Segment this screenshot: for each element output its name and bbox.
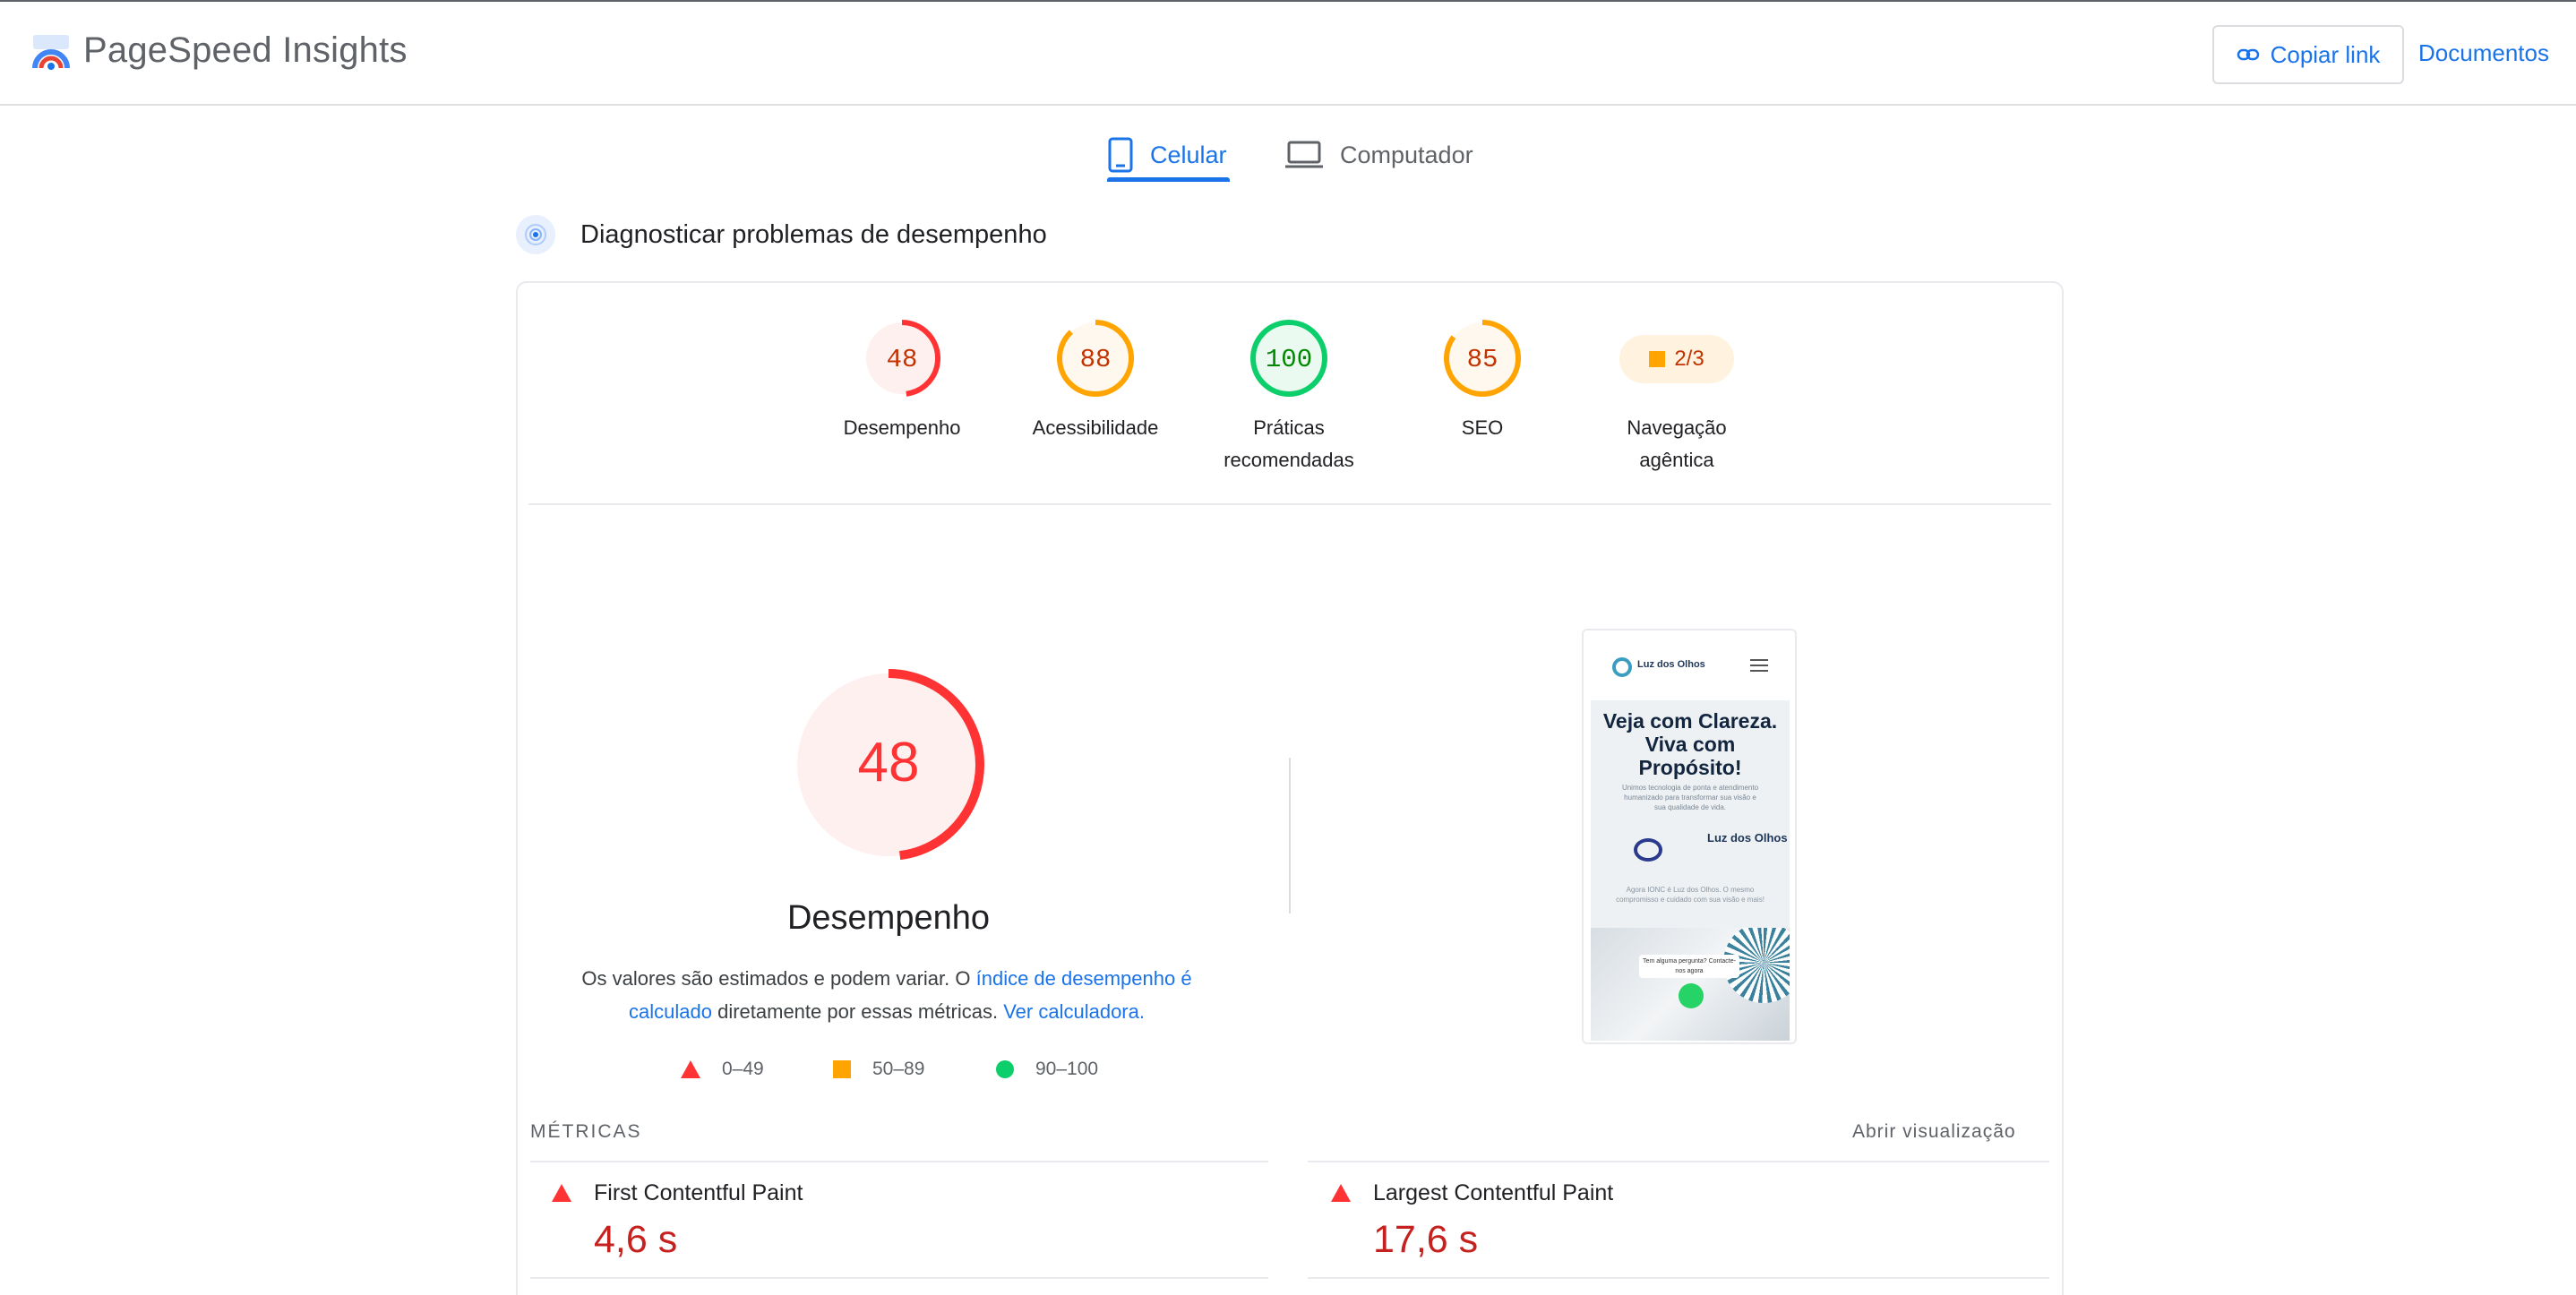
site-brand: Luz dos Olhos: [1637, 659, 1705, 670]
calculator-link[interactable]: Ver calculadora.: [1003, 1000, 1145, 1023]
gauge-seo-ring: 85: [1444, 320, 1521, 397]
tab-desktop-label: Computador: [1340, 141, 1473, 168]
metric-fcp-value: 4,6 s: [594, 1218, 678, 1261]
site-second-logo: Luz dos Olhos: [1707, 831, 1788, 845]
metric-lcp-value: 17,6 s: [1373, 1218, 1479, 1261]
page-screenshot-thumbnail[interactable]: Luz dos Olhos Veja com Clareza. Viva com…: [1582, 629, 1797, 1044]
docs-link[interactable]: Documentos: [2418, 39, 2549, 67]
fcp-fail-triangle-icon: [552, 1184, 571, 1202]
gauge-accessibility-score: 88: [1080, 345, 1112, 374]
gauge-best-practices-label-line-2: recomendadas: [1224, 449, 1354, 471]
gauge-agentic-navigation: Navegação agêntica: [1580, 399, 1773, 476]
expand-view-toggle[interactable]: Abrir visualização: [1852, 1121, 2016, 1143]
copy-link-label: Copiar link: [2270, 40, 2381, 68]
site-logo-icon: [1612, 657, 1632, 677]
site-subtitle: Unimos tecnologia de ponta e atendimento…: [1621, 784, 1759, 811]
legend-average: 50–89: [833, 1059, 924, 1080]
gauge-agentic-navigation-label: Navegação agêntica: [1580, 412, 1773, 476]
lcp-fail-triangle-icon: [1331, 1184, 1351, 1202]
gauge-best-practices[interactable]: 100 Práticas recomendadas: [1192, 317, 1386, 476]
metric-lcp-name: Largest Contentful Paint: [1373, 1180, 1614, 1205]
tab-mobile[interactable]: Celular: [1107, 125, 1227, 184]
note-text-1: Os valores são estimados e podem variar.…: [581, 967, 976, 990]
fail-triangle-icon: [681, 1060, 700, 1078]
screenshot-hero: Veja com Clareza. Viva com Propósito! Un…: [1591, 700, 1790, 1041]
gauge-agentic-label-line-1: Navegação: [1627, 416, 1727, 439]
whatsapp-icon: [1679, 983, 1704, 1008]
metrics-title: MÉTRICAS: [530, 1121, 642, 1142]
gauge-performance-score: 48: [887, 345, 918, 374]
tab-desktop[interactable]: Computador: [1284, 125, 1473, 184]
link-icon: [2237, 48, 2259, 61]
site-photo: Tem alguma pergunta? Contacte-nos agora: [1591, 928, 1790, 1041]
diagnose-title: Diagnosticar problemas de desempenho: [580, 220, 1047, 249]
gauge-accessibility[interactable]: 88 Acessibilidade: [999, 317, 1192, 444]
site-partner-logo-icon: [1634, 838, 1662, 862]
gauge-best-practices-ring: 100: [1250, 320, 1327, 397]
app-title: PageSpeed Insights: [83, 30, 408, 70]
gauge-accessibility-ring: 88: [1057, 320, 1134, 397]
gauge-best-practices-score: 100: [1266, 345, 1312, 374]
metric-divider-left-bottom: [530, 1277, 1268, 1279]
gauge-seo-label: SEO: [1461, 416, 1504, 439]
agentic-navigation-badge[interactable]: 2/3: [1619, 335, 1734, 383]
top-bar: PageSpeed Insights Copiar link Documento…: [0, 0, 2576, 106]
note-text-2: diretamente por essas métricas.: [711, 1000, 1004, 1023]
gauge-seo[interactable]: 85 SEO: [1386, 317, 1579, 444]
legend-fail-range: 0–49: [722, 1059, 764, 1079]
site-chat-bubble: Tem alguma pergunta? Contacte-nos agora: [1639, 955, 1739, 978]
screenshot-header: Luz dos Olhos: [1584, 630, 1795, 702]
performance-title: Desempenho: [786, 899, 991, 937]
legend-average-range: 50–89: [872, 1059, 925, 1079]
average-square-icon: [833, 1060, 851, 1078]
metric-fcp-name: First Contentful Paint: [594, 1180, 803, 1205]
legend-pass-range: 90–100: [1035, 1059, 1099, 1079]
site-subtitle-2: Agora IONC é Luz dos Olhos. O mesmo comp…: [1616, 886, 1765, 904]
legend-pass: 90–100: [996, 1059, 1098, 1080]
metric-divider-right-top: [1308, 1161, 2049, 1162]
gauge-seo-score: 85: [1467, 345, 1498, 374]
gauge-performance-ring: 48: [863, 320, 940, 397]
metric-divider-right-bottom: [1308, 1277, 2049, 1279]
phone-icon: [1108, 137, 1133, 173]
performance-gauge-score: 48: [858, 732, 920, 793]
performance-note: Os valores são estimados e podem variar.…: [564, 962, 1209, 1028]
metric-divider-left-top: [530, 1161, 1268, 1162]
gauge-accessibility-label: Acessibilidade: [1032, 416, 1159, 439]
active-tab-indicator: [1107, 177, 1230, 182]
copy-link-button[interactable]: Copiar link: [2212, 25, 2404, 84]
category-divider: [528, 503, 2051, 505]
pass-circle-icon: [996, 1060, 1014, 1078]
legend-fail: 0–49: [681, 1059, 764, 1080]
diagnose-icon: [516, 215, 555, 254]
gauge-agentic-label-line-2: agêntica: [1639, 449, 1714, 471]
vertical-divider: [1289, 758, 1291, 913]
gauge-best-practices-label-line-1: Práticas: [1253, 416, 1325, 439]
site-headline: Veja com Clareza. Viva com Propósito!: [1602, 709, 1778, 779]
laptop-icon: [1285, 141, 1323, 168]
gauge-performance[interactable]: 48 Desempenho: [805, 317, 999, 444]
performance-gauge-large: 48: [793, 669, 984, 861]
gauge-performance-label: Desempenho: [843, 416, 961, 439]
average-square-icon: [1649, 351, 1666, 367]
pagespeed-logo-icon[interactable]: [30, 32, 72, 73]
agentic-navigation-score: 2/3: [1674, 347, 1704, 371]
gauge-best-practices-label: Práticas recomendadas: [1192, 412, 1386, 476]
tab-mobile-label: Celular: [1150, 141, 1227, 168]
hamburger-menu-icon: [1750, 659, 1768, 675]
